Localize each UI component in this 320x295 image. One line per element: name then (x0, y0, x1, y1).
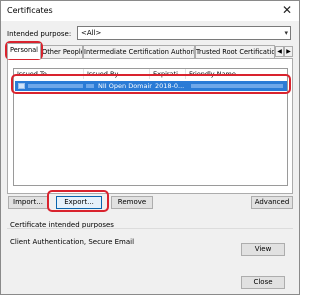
remove-button[interactable]: Remove (111, 196, 153, 209)
redacted-issued-by-prefix (86, 84, 94, 88)
certificate-icon (18, 83, 25, 89)
close-button[interactable]: Close (241, 276, 285, 289)
title-bar: Certificates ✕ (1, 1, 299, 21)
intended-purpose-select[interactable]: <All> ▾ (77, 26, 291, 40)
view-button[interactable]: View (241, 243, 285, 256)
tab-scroll-right-icon[interactable]: ▶ (284, 46, 293, 57)
chevron-down-icon: ▾ (284, 29, 288, 37)
window-title: Certificates (7, 6, 53, 15)
cell-expiration: 2018-0... (155, 82, 185, 90)
export-button[interactable]: Export... (56, 196, 102, 209)
column-header-issued-to[interactable]: Issued To (14, 69, 84, 79)
intended-purpose-value: <All> (81, 29, 102, 37)
tab-scroll-left-icon[interactable]: ◀ (275, 46, 284, 57)
cell-friendly-name (189, 81, 285, 91)
column-header-expiration[interactable]: Expirati... (150, 69, 186, 79)
tab-intermediate-ca[interactable]: Intermediate Certification Authorities (83, 45, 195, 58)
cell-issued-by: NII Open Domain ... (98, 82, 152, 90)
table-row[interactable]: NII Open Domain ... 2018-0... (15, 81, 287, 91)
cell-issued-to (27, 81, 83, 91)
intended-purposes-value: Client Authentication, Secure Email (10, 238, 135, 246)
import-button[interactable]: Import... (8, 196, 48, 209)
certificate-list[interactable]: Issued To Issued By Expirati... Friendly… (13, 68, 288, 186)
tab-trusted-root-ca[interactable]: Trusted Root Certification (195, 45, 275, 58)
column-header-friendly-name[interactable]: Friendly Name (186, 69, 287, 79)
column-header-issued-by[interactable]: Issued By (84, 69, 150, 79)
advanced-button[interactable]: Advanced (251, 196, 293, 209)
close-icon[interactable]: ✕ (279, 3, 295, 18)
tab-other-people[interactable]: Other People (41, 45, 83, 58)
intended-purpose-label: Intended purpose: (7, 30, 72, 38)
tab-personal[interactable]: Personal (7, 43, 41, 59)
